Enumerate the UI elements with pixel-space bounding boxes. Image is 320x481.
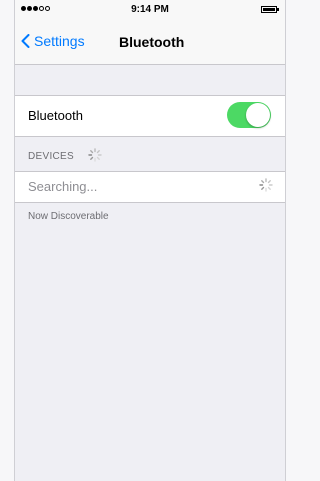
phone-screen: 9:14 PM Settings Bluetooth Bluetooth DEV… [14,0,286,481]
chevron-left-icon [21,34,30,48]
toggle-knob [246,103,270,127]
battery-full-icon [261,6,279,13]
searching-row: Searching... [15,171,285,203]
status-time: 9:14 PM [131,4,169,15]
navigation-bar: Settings Bluetooth [15,28,285,58]
activity-spinner-icon [88,148,102,165]
page-title: Bluetooth [119,34,185,50]
searching-label: Searching... [28,179,98,194]
bluetooth-row: Bluetooth [15,95,285,137]
back-button-label: Settings [34,33,85,49]
devices-header-label: DEVICES [28,151,75,162]
top-bar: 9:14 PM Settings Bluetooth [15,0,285,65]
devices-section-header: DEVICES [15,137,285,171]
status-bar: 9:14 PM [15,0,285,20]
back-button[interactable]: Settings [21,33,85,49]
bluetooth-label: Bluetooth [28,108,83,123]
bluetooth-toggle[interactable] [227,102,271,128]
activity-spinner-icon [259,178,273,197]
discoverable-note: Now Discoverable [28,211,109,222]
